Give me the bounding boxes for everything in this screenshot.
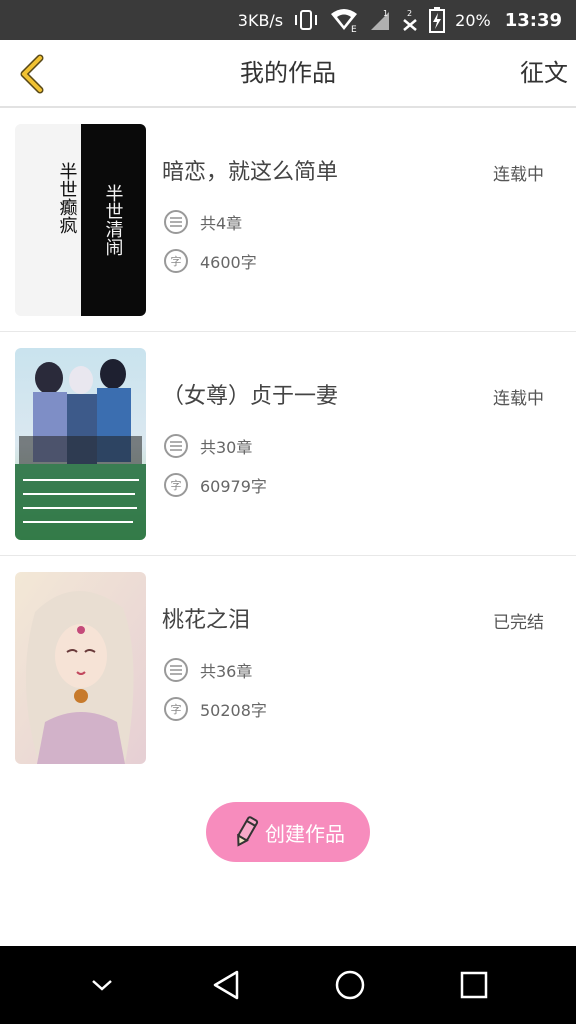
cover-text-right: 半世清闹 [103, 184, 124, 256]
triangle-back-icon [213, 970, 239, 1000]
book-cover [15, 572, 146, 764]
svg-text:2: 2 [407, 9, 412, 18]
chapter-count-row: 共36章 [164, 658, 252, 682]
word-count-icon: 字 [164, 249, 188, 273]
svg-text:E: E [351, 25, 357, 32]
word-count: 4600字 [200, 253, 257, 272]
clock: 13:39 [504, 9, 562, 31]
nav-home-button[interactable] [320, 955, 380, 1015]
book-cover: 半世癫疯 半世清闹 [15, 124, 146, 316]
no-signal-icon: 2 [401, 8, 419, 32]
pencil-icon [237, 816, 259, 847]
status-bar: 3KB/s E 1 2 20% 13:39 [0, 0, 576, 40]
word-count: 60979字 [200, 477, 267, 496]
work-item[interactable]: （女尊）贞于一妻 连载中 共30章 字 60979字 [0, 332, 576, 556]
chapter-count-row: 共4章 [164, 210, 242, 234]
work-list: 半世癫疯 半世清闹 暗恋，就这么简单 连载中 共4章 字 4600字 （女尊）贞… [0, 108, 576, 780]
create-work-button[interactable]: 创建作品 [206, 802, 370, 862]
word-count-row: 字 60979字 [164, 473, 267, 497]
svg-text:1: 1 [383, 9, 388, 18]
list-icon [164, 658, 188, 682]
chapter-count: 共4章 [200, 214, 243, 233]
network-speed: 3KB/s [237, 10, 284, 30]
cover-text-left: 半世癫疯 [57, 162, 78, 234]
list-icon [164, 210, 188, 234]
square-recents-icon [460, 971, 488, 999]
chapter-count-row: 共30章 [164, 434, 252, 458]
work-item[interactable]: 桃花之泪 已完结 共36章 字 50208字 [0, 556, 576, 780]
work-title: （女尊）贞于一妻 [162, 384, 339, 409]
nav-recents-button[interactable] [444, 955, 504, 1015]
work-item[interactable]: 半世癫疯 半世清闹 暗恋，就这么简单 连载中 共4章 字 4600字 [0, 108, 576, 332]
page-title: 我的作品 [240, 59, 336, 87]
book-cover [15, 348, 146, 540]
header: 我的作品 征文 [0, 40, 576, 108]
wifi-icon: E [329, 8, 359, 32]
hide-keyboard-button[interactable] [72, 955, 132, 1015]
signal-icon: 1 [369, 8, 391, 32]
vibrate-icon [293, 9, 319, 31]
battery-percent: 20% [455, 10, 491, 30]
work-status: 连载中 [493, 165, 544, 185]
chapter-count: 共30章 [200, 438, 253, 457]
word-count-row: 字 4600字 [164, 249, 257, 273]
word-count-icon: 字 [164, 697, 188, 721]
create-work-label: 创建作品 [265, 821, 345, 846]
essay-contest-link[interactable]: 征文 [520, 40, 568, 106]
work-title: 桃花之泪 [162, 608, 251, 633]
word-count-row: 字 50208字 [164, 697, 267, 721]
chevron-down-icon [92, 980, 112, 991]
chapter-count: 共36章 [200, 662, 253, 681]
work-title: 暗恋，就这么简单 [162, 160, 339, 185]
work-status: 已完结 [493, 613, 544, 633]
list-icon [164, 434, 188, 458]
battery-icon [429, 7, 446, 33]
work-status: 连载中 [493, 389, 544, 409]
circle-home-icon [335, 970, 365, 1000]
nav-back-button[interactable] [196, 955, 256, 1015]
word-count: 50208字 [200, 701, 267, 720]
word-count-icon: 字 [164, 473, 188, 497]
system-nav-bar [0, 946, 576, 1024]
